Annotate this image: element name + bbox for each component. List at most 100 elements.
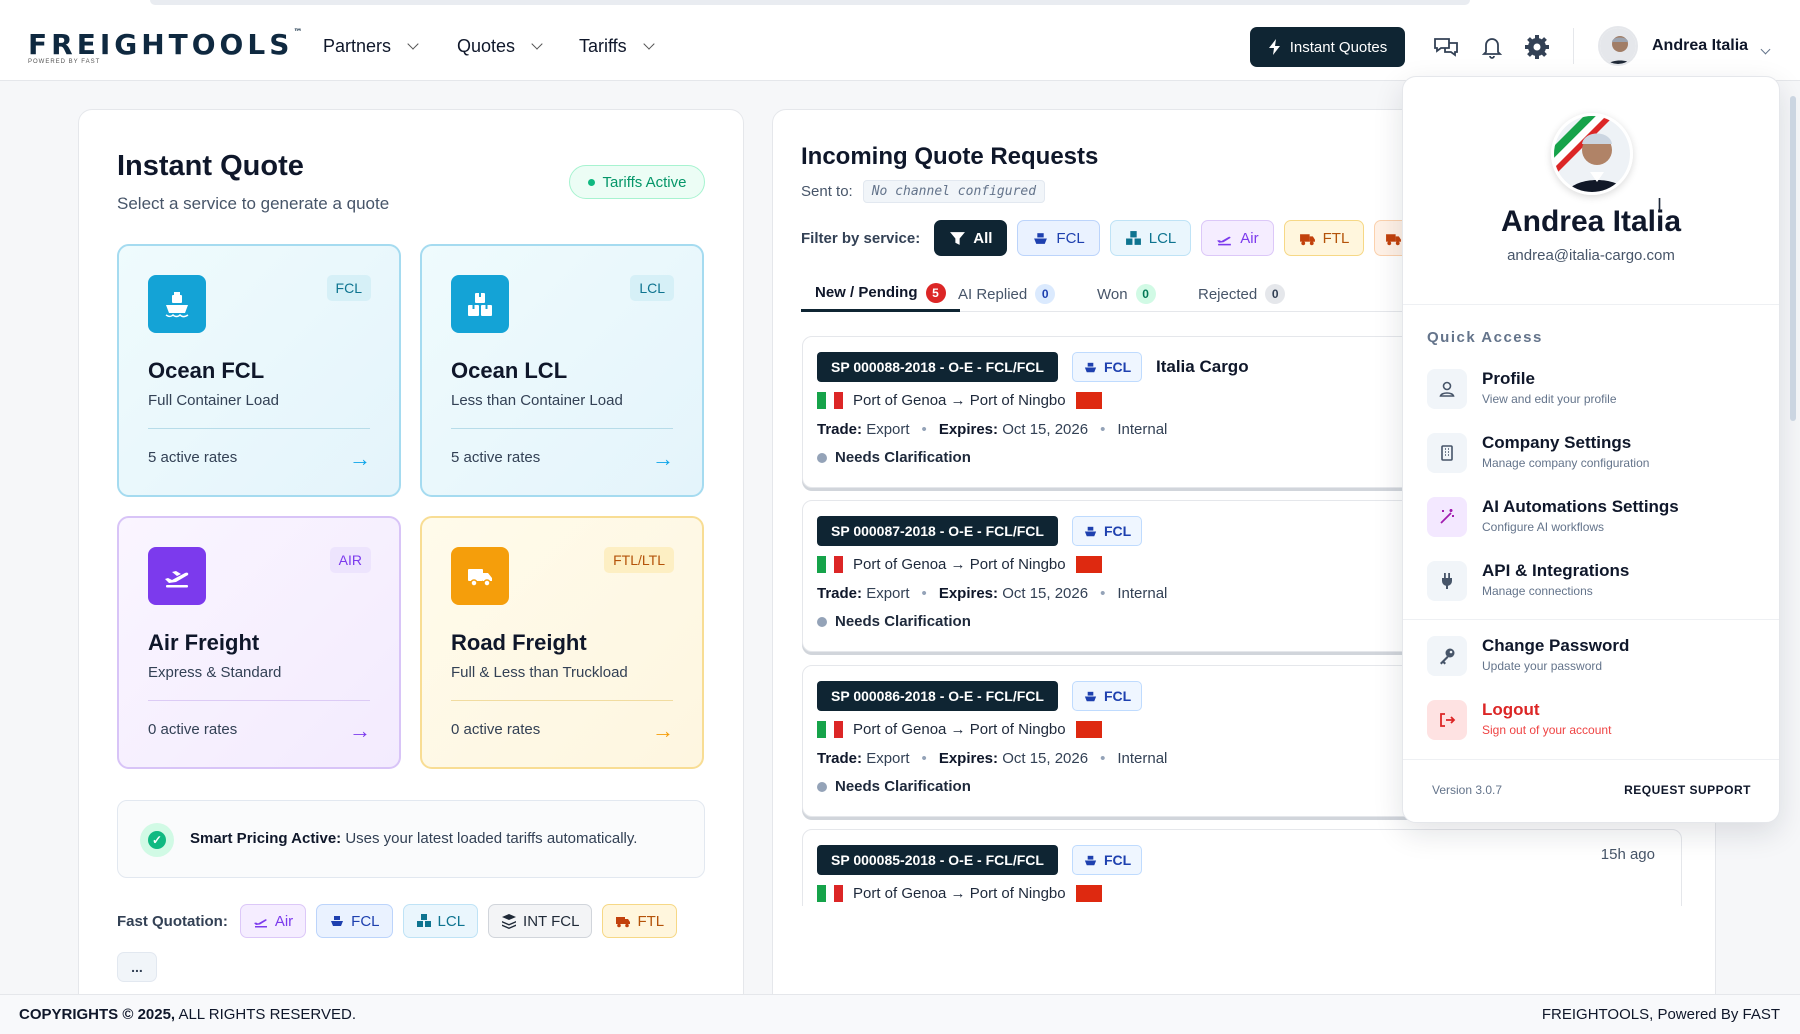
boxes-icon: [1125, 230, 1141, 245]
tab-label: New / Pending: [815, 284, 918, 301]
quick-access-heading: Quick Access: [1427, 329, 1543, 346]
tariffs-active-label: Tariffs Active: [602, 173, 687, 191]
service-tag: LCL: [630, 275, 674, 301]
service-filter-row: Filter by service: All FCL LCL Air FTL: [801, 220, 1417, 256]
instant-quote-title: Instant Quote: [117, 150, 304, 182]
service-name: Road Freight: [451, 630, 587, 655]
arrow-right-icon[interactable]: →: [652, 446, 674, 472]
tab-label: Rejected: [1198, 285, 1258, 303]
fast-chip-label: FCL: [351, 912, 380, 930]
menu-item-sub: Manage company configuration: [1482, 456, 1650, 470]
fast-chip-fcl[interactable]: FCL: [316, 904, 393, 938]
service-description: Full Container Load: [148, 392, 279, 409]
ship-icon: [148, 275, 206, 333]
logo-trademark: ™: [293, 28, 303, 38]
chevron-down-icon: [531, 38, 543, 50]
tab-rejected[interactable]: Rejected 0: [1198, 276, 1286, 312]
status-dot: [587, 178, 595, 186]
service-description: Full & Less than Truckload: [451, 664, 628, 681]
filter-all[interactable]: All: [934, 220, 1008, 256]
divider: [1403, 304, 1779, 305]
user-name[interactable]: Andrea Italia: [1652, 37, 1748, 55]
sent-to-row: Sent to: No channel configured: [801, 180, 1046, 203]
tab-won[interactable]: Won 0: [1097, 276, 1156, 312]
divider: [148, 428, 370, 429]
tab-label: Won: [1097, 285, 1128, 303]
instant-quotes-button[interactable]: Instant Quotes: [1250, 27, 1405, 67]
building-icon: [1427, 433, 1467, 473]
nav-tariffs[interactable]: Tariffs: [579, 36, 655, 57]
menu-item-api-integrations[interactable]: API & Integrations Manage connections: [1427, 557, 1757, 603]
fast-chip-ftl[interactable]: FTL: [602, 904, 678, 938]
service-card-ocean-lcl[interactable]: LCL Ocean LCL Less than Container Load 5…: [420, 244, 704, 497]
boxes-icon: [416, 914, 431, 927]
service-tag: FCL: [326, 275, 371, 301]
gear-icon[interactable]: [1523, 33, 1551, 61]
service-card-road-freight[interactable]: FTL/LTL Road Freight Full & Less than Tr…: [420, 516, 704, 769]
nav-partners-label: Partners: [323, 36, 392, 56]
arrow-right-icon[interactable]: →: [349, 446, 371, 472]
freightools-logo[interactable]: FREIGHTOOLS™ POWERED BY FAST: [28, 28, 302, 65]
divider: [451, 700, 673, 701]
user-avatar[interactable]: [1598, 26, 1638, 66]
menu-item-change-password[interactable]: Change Password Update your password: [1427, 632, 1757, 678]
browser-strip: [150, 0, 1470, 5]
instant-quote-subtitle: Select a service to generate a quote: [117, 194, 390, 213]
active-rates: 0 active rates: [148, 721, 238, 738]
chat-icon[interactable]: [1432, 33, 1460, 61]
filter-lcl[interactable]: LCL: [1109, 220, 1192, 256]
filter-air[interactable]: Air: [1201, 220, 1274, 256]
filter-icon: [950, 231, 966, 245]
footer-copyright: COPYRIGHTS © 2025, ALL RIGHTS RESERVED.: [19, 1006, 356, 1023]
arrow-right-icon[interactable]: →: [349, 718, 371, 744]
menu-item-ai-automations[interactable]: AI Automations Settings Configure AI wor…: [1427, 493, 1757, 539]
chevron-down-icon: [407, 38, 419, 50]
menu-item-company-settings[interactable]: Company Settings Manage company configur…: [1427, 429, 1757, 475]
service-name: Ocean FCL: [148, 358, 265, 383]
truck-icon: [451, 547, 509, 605]
truck-icon: [1299, 233, 1315, 245]
divider: [148, 700, 370, 701]
service-tag: FTL/LTL: [604, 547, 674, 573]
check-circle-icon: ✓: [140, 823, 174, 857]
filter-fcl[interactable]: FCL: [1017, 220, 1100, 256]
logo-text: FREIGHTOOLS: [28, 28, 294, 61]
fast-chip-int-fcl[interactable]: INT FCL: [488, 904, 593, 938]
magic-wand-icon: [1427, 497, 1467, 537]
fast-chip-lcl[interactable]: LCL: [402, 904, 479, 938]
text-cursor-icon: I: [1657, 195, 1663, 215]
tab-count: 5: [925, 282, 946, 303]
menu-item-label: AI Automations Settings: [1482, 497, 1679, 516]
nav-partners[interactable]: Partners: [323, 36, 419, 57]
ship-icon: [331, 916, 344, 926]
service-description: Less than Container Load: [451, 392, 623, 409]
fast-quotation-row: Fast Quotation: Air FCL LCL INT FCL FTL: [117, 904, 717, 938]
tab-new-pending[interactable]: New / Pending 5: [801, 276, 960, 312]
filter-label-fcl: FCL: [1056, 229, 1085, 247]
menu-item-logout[interactable]: Logout Sign out of your account: [1427, 696, 1757, 742]
plug-icon: [1427, 561, 1467, 601]
more-button[interactable]: ...: [117, 952, 157, 982]
request-support-link[interactable]: REQUEST SUPPORT: [1624, 783, 1751, 797]
active-rates: 0 active rates: [451, 721, 541, 738]
service-card-air-freight[interactable]: AIR Air Freight Express & Standard 0 act…: [117, 516, 401, 769]
tab-ai-replied[interactable]: AI Replied 0: [958, 276, 1056, 312]
plane-icon: [253, 919, 267, 928]
arrow-right-icon[interactable]: →: [652, 718, 674, 744]
app-version: Version 3.0.7: [1432, 783, 1503, 797]
menu-item-sub: Manage connections: [1482, 584, 1593, 598]
top-navbar: FREIGHTOOLS™ POWERED BY FAST Partners Qu…: [0, 0, 1800, 81]
nav-quotes[interactable]: Quotes: [457, 36, 543, 57]
menu-item-profile[interactable]: Profile View and edit your profile: [1427, 365, 1757, 411]
header-divider: [1573, 28, 1574, 64]
chevron-down-icon[interactable]: [1760, 40, 1771, 58]
bell-icon[interactable]: [1478, 33, 1506, 61]
active-rates: 5 active rates: [451, 449, 541, 466]
scrollbar[interactable]: [1790, 96, 1796, 421]
fast-chip-air[interactable]: Air: [239, 904, 307, 938]
menu-item-label: API & Integrations: [1482, 561, 1630, 580]
service-card-ocean-fcl[interactable]: FCL Ocean FCL Full Container Load 5 acti…: [117, 244, 401, 497]
footer-powered-by: FREIGHTOOLS, Powered By FAST: [1541, 1006, 1780, 1023]
menu-item-label: Change Password: [1482, 636, 1630, 655]
filter-ftl[interactable]: FTL: [1283, 220, 1365, 256]
